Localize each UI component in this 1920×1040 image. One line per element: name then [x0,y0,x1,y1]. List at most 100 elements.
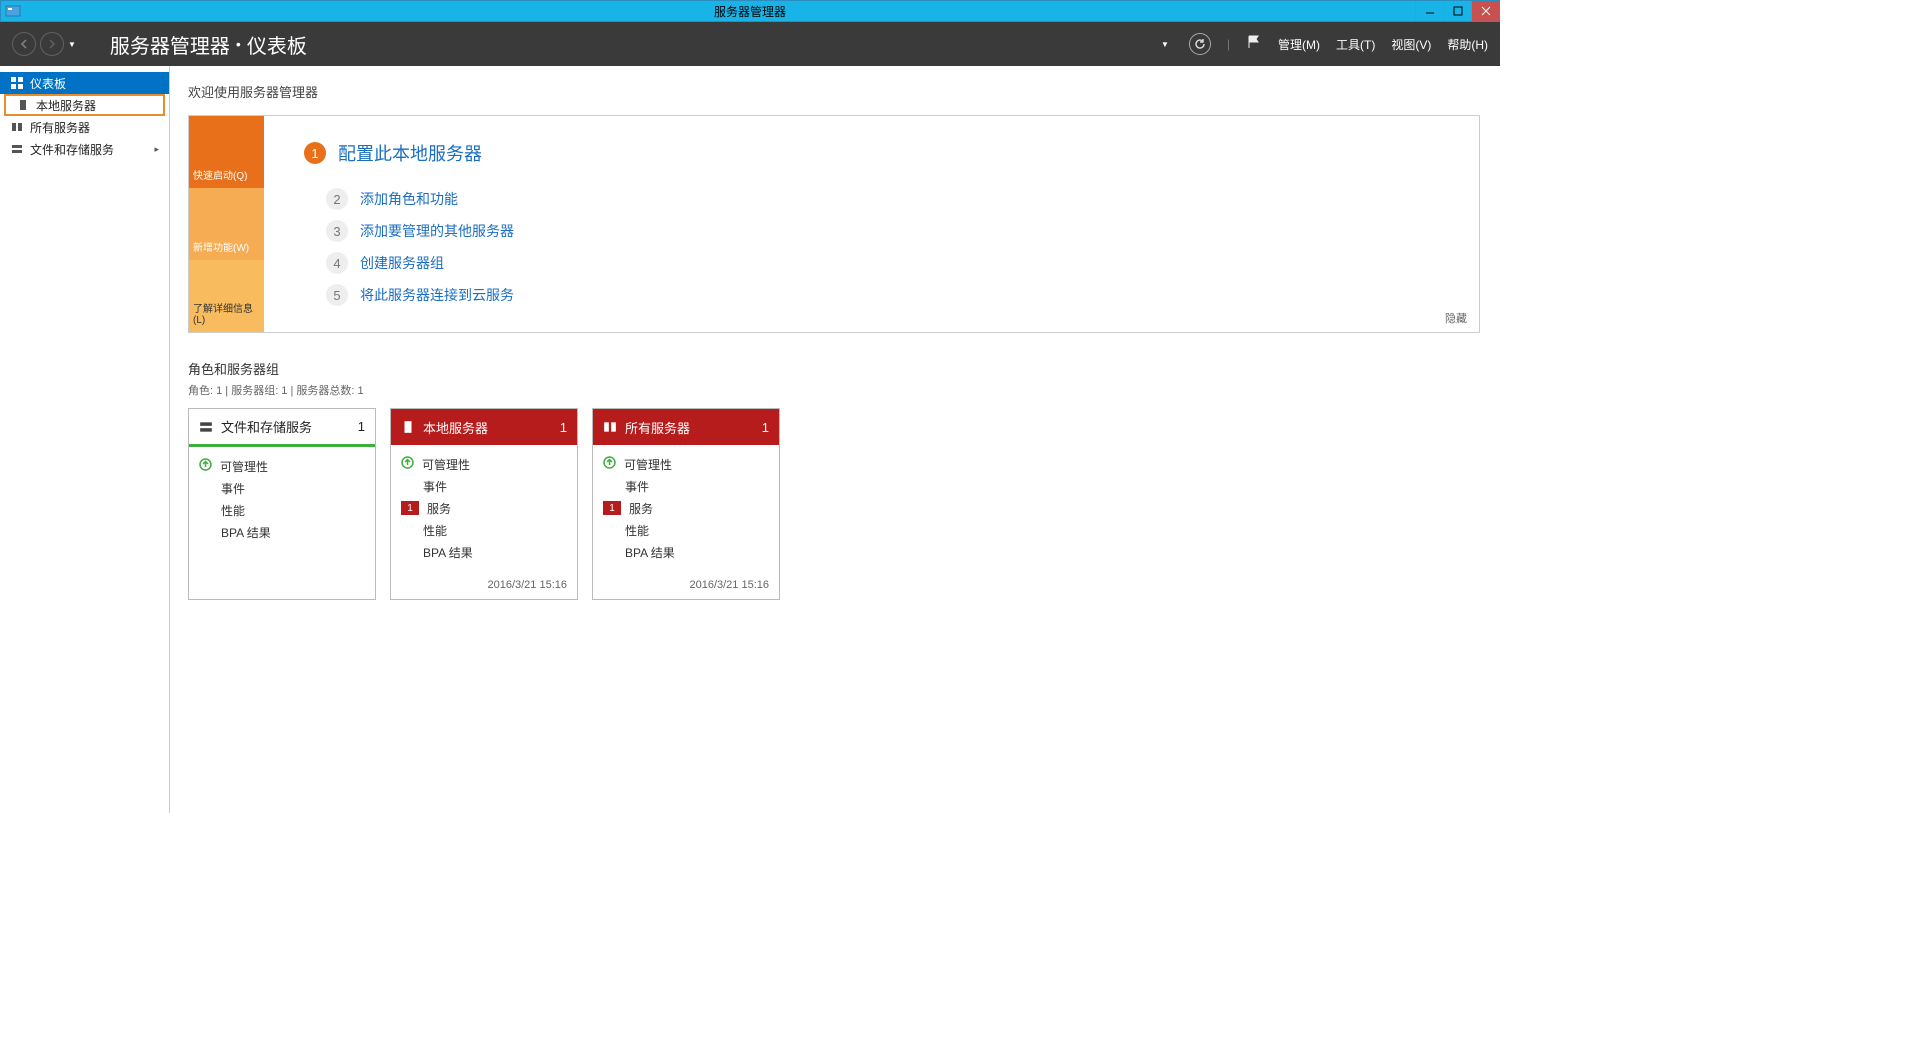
refresh-icon[interactable] [1189,33,1211,55]
status-ok-icon [199,458,212,474]
tile-count: 1 [560,420,567,435]
tab-quickstart[interactable]: 快速启动(Q) [189,116,264,188]
breadcrumb-current: 仪表板 [247,30,307,59]
tiles-row: 文件和存储服务 1 可管理性 事件 性能 BPA 结果 本地服务器 1 [188,408,1480,600]
header-dropdown-icon[interactable]: ▼ [1161,40,1169,49]
tab-label: 快速启动(Q) [193,167,247,182]
tile-title: 本地服务器 [423,418,488,437]
tile-timestamp [189,585,375,599]
menu-help[interactable]: 帮助(H) [1447,36,1488,53]
tile-row-manageability[interactable]: 可管理性 [603,453,769,475]
row-label: BPA 结果 [221,524,271,541]
storage-icon [199,420,213,434]
sidebar-item-all-servers[interactable]: 所有服务器 [0,116,169,138]
step-number: 4 [326,252,348,274]
tile-row-events[interactable]: 事件 [603,475,769,497]
tile-local-server[interactable]: 本地服务器 1 可管理性 事件 1 服务 性能 BPA 结果 2016/3/21 … [390,408,578,600]
sidebar-item-local-server[interactable]: 本地服务器 [4,94,165,116]
step-label: 添加角色和功能 [360,189,458,209]
tile-row-performance[interactable]: 性能 [401,519,567,541]
row-label: 性能 [625,522,649,539]
step-add-roles[interactable]: 2 添加角色和功能 [326,188,1459,210]
sidebar-item-file-storage[interactable]: 文件和存储服务 ▸ [0,138,169,160]
servers-icon [603,420,617,434]
header-separator: | [1227,37,1230,51]
step-label: 配置此本地服务器 [338,140,482,166]
row-label: 可管理性 [624,456,672,473]
tile-row-performance[interactable]: 性能 [199,499,365,521]
nav-back-button[interactable] [12,32,36,56]
server-icon [16,98,30,112]
alert-badge: 1 [401,501,419,515]
tile-header: 本地服务器 1 [391,409,577,445]
breadcrumb-root[interactable]: 服务器管理器 [110,30,230,59]
step-connect-cloud[interactable]: 5 将此服务器连接到云服务 [326,284,1459,306]
tile-header: 所有服务器 1 [593,409,779,445]
notifications-flag-icon[interactable] [1246,34,1262,55]
sidebar-item-dashboard[interactable]: 仪表板 [0,72,169,94]
chevron-right-icon: ▸ [154,144,159,155]
tile-all-servers[interactable]: 所有服务器 1 可管理性 事件 1服务 性能 BPA 结果 2016/3/21 … [592,408,780,600]
tab-label: 新增功能(W) [193,239,249,254]
sidebar-item-label: 本地服务器 [36,97,96,114]
tile-row-services[interactable]: 1 服务 [401,497,567,519]
dashboard-icon [10,76,24,90]
menu-tools[interactable]: 工具(T) [1336,36,1375,53]
main-content: 欢迎使用服务器管理器 快速启动(Q) 新增功能(W) 了解详细信息(L) 1 配… [170,66,1500,813]
tab-learnmore[interactable]: 了解详细信息(L) [189,260,264,332]
menu-view[interactable]: 视图(V) [1391,36,1431,53]
app-icon [5,3,21,19]
tab-label: 了解详细信息(L) [193,300,260,326]
status-ok-icon [401,456,414,472]
tile-header: 文件和存储服务 1 [189,409,375,447]
tile-count: 1 [358,419,365,434]
sidebar-item-label: 文件和存储服务 [30,141,114,158]
row-label: 事件 [625,478,649,495]
tile-row-services[interactable]: 1服务 [603,497,769,519]
step-add-servers[interactable]: 3 添加要管理的其他服务器 [326,220,1459,242]
tile-title: 所有服务器 [625,418,690,437]
step-number: 3 [326,220,348,242]
row-label: BPA 结果 [423,544,473,561]
step-configure-local[interactable]: 1 配置此本地服务器 [304,140,1459,166]
tile-row-bpa[interactable]: BPA 结果 [401,541,567,563]
alert-badge: 1 [603,501,621,515]
servers-icon [10,120,24,134]
tile-row-performance[interactable]: 性能 [603,519,769,541]
nav-forward-button[interactable] [40,32,64,56]
row-label: 可管理性 [422,456,470,473]
tile-timestamp: 2016/3/21 15:16 [391,573,577,599]
status-ok-icon [603,456,616,472]
row-label: 事件 [423,478,447,495]
tile-row-manageability[interactable]: 可管理性 [401,453,567,475]
minimize-button[interactable] [1415,1,1443,21]
tile-file-storage[interactable]: 文件和存储服务 1 可管理性 事件 性能 BPA 结果 [188,408,376,600]
maximize-button[interactable] [1443,1,1471,21]
row-label: 可管理性 [220,458,268,475]
row-label: 服务 [427,500,451,517]
tile-row-bpa[interactable]: BPA 结果 [603,541,769,563]
tile-title: 文件和存储服务 [221,417,312,436]
step-label: 将此服务器连接到云服务 [360,285,514,305]
header-bar: ▼ 服务器管理器 • 仪表板 ▼ | 管理(M) 工具(T) 视图(V) 帮助(… [0,22,1500,66]
step-number: 5 [326,284,348,306]
window-title: 服务器管理器 [714,3,786,20]
tab-whatsnew[interactable]: 新增功能(W) [189,188,264,260]
tile-row-bpa[interactable]: BPA 结果 [199,521,365,543]
welcome-panel: 快速启动(Q) 新增功能(W) 了解详细信息(L) 1 配置此本地服务器 2 添… [188,115,1480,333]
step-number: 1 [304,142,326,164]
tile-row-events[interactable]: 事件 [199,477,365,499]
row-label: 性能 [221,502,245,519]
welcome-tabs: 快速启动(Q) 新增功能(W) 了解详细信息(L) [189,116,264,332]
nav-dropdown-icon[interactable]: ▼ [68,40,76,49]
hide-link[interactable]: 隐藏 [1445,310,1467,326]
breadcrumb: 服务器管理器 • 仪表板 [110,30,307,59]
step-label: 添加要管理的其他服务器 [360,221,514,241]
tile-row-manageability[interactable]: 可管理性 [199,455,365,477]
tile-row-events[interactable]: 事件 [401,475,567,497]
step-number: 2 [326,188,348,210]
breadcrumb-separator-icon: • [236,36,241,52]
close-button[interactable] [1471,1,1499,21]
step-create-group[interactable]: 4 创建服务器组 [326,252,1459,274]
menu-manage[interactable]: 管理(M) [1278,36,1320,53]
